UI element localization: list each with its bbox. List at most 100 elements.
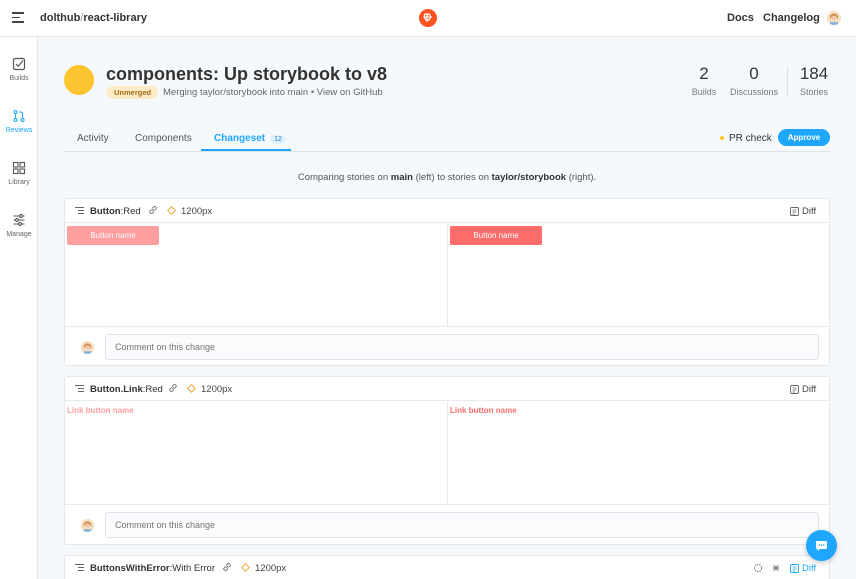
change-card-header: Button:Red 1200px Diff (65, 199, 829, 223)
tab-changeset[interactable]: Changeset 12 (214, 133, 286, 144)
viewport-size: 1200px (201, 384, 233, 395)
base-branch: main (390, 172, 413, 183)
pending-status-dot (720, 136, 724, 141)
chromatic-logo-icon[interactable] (419, 9, 437, 27)
repo-breadcrumb[interactable]: dolthub/react-library (40, 12, 147, 24)
pr-check-status[interactable]: PR check (720, 133, 772, 144)
snapshot-link-new: Link button name (450, 406, 517, 415)
story-icon (75, 207, 84, 215)
avatar (81, 341, 94, 354)
change-card-header: Button.Link:Red 1200px Diff (65, 377, 829, 401)
active-tab-indicator (201, 149, 291, 151)
diff-toggle-button[interactable]: Diff (790, 206, 816, 217)
viewport-icon (241, 563, 250, 572)
comparing-suffix: (right). (566, 172, 597, 183)
change-card-header: ButtonsWithError:With Error 1200px Diff (65, 556, 829, 579)
stat-stories[interactable]: 184 Stories (794, 64, 834, 97)
sidebar: Builds Reviews Library Manage (0, 37, 38, 579)
sidebar-item-label: Manage (6, 231, 32, 238)
stat-divider (787, 66, 788, 96)
snapshot-button-old: Button name (67, 226, 159, 245)
viewport-icon (167, 206, 176, 215)
baseline-snapshot[interactable]: Button name (65, 224, 448, 326)
avatar (81, 519, 94, 532)
stat-discussions-label: Discussions (729, 87, 778, 97)
new-snapshot[interactable]: Link button name (448, 402, 829, 504)
head-branch: taylor/storybook (491, 172, 567, 183)
link-icon[interactable] (148, 205, 158, 215)
changeset-count-badge: 12 (270, 135, 286, 144)
sidebar-item-reviews[interactable]: Reviews (0, 109, 38, 134)
status-badge: Unmerged (107, 86, 159, 99)
baseline-snapshot[interactable]: Link button name (65, 402, 448, 504)
comparing-middle: (left) to stories on (412, 172, 492, 183)
story-icon (75, 564, 84, 572)
approve-button[interactable]: Approve (778, 129, 830, 146)
diff-label: Diff (802, 563, 817, 574)
story-title[interactable]: Button.Link:Red (90, 384, 163, 395)
pull-request-icon (13, 109, 25, 123)
sidebar-item-label: Reviews (5, 127, 33, 134)
chat-bubble-icon (816, 541, 827, 551)
snapshot-button-new: Button name (450, 226, 542, 245)
sidebar-item-label: Library (8, 179, 30, 186)
diff-toggle-button[interactable]: Diff (790, 563, 816, 574)
viewport-icon (187, 384, 196, 393)
docs-link[interactable]: Docs (727, 12, 754, 24)
stat-builds[interactable]: 2 Builds (686, 64, 722, 97)
stat-stories-value: 184 (799, 64, 829, 83)
comment-input[interactable] (105, 512, 819, 538)
comment-input[interactable] (105, 334, 819, 360)
hamburger-menu-icon[interactable] (12, 12, 24, 23)
new-snapshot[interactable]: Button name (448, 224, 829, 326)
strikethrough-icon[interactable] (771, 563, 781, 573)
stat-discussions-value: 0 (749, 64, 759, 83)
stat-builds-value: 2 (699, 64, 709, 83)
story-name: :With Error (169, 563, 215, 574)
diff-icon (790, 207, 799, 216)
sidebar-item-library[interactable]: Library (0, 161, 38, 186)
stat-builds-label: Builds (691, 87, 717, 97)
viewport-size: 1200px (255, 563, 287, 574)
page-title: components: Up storybook to v8 (106, 64, 388, 84)
chat-button[interactable] (806, 530, 837, 561)
story-name: :Red (142, 384, 163, 395)
change-card: Button.Link:Red 1200px Diff Link button … (64, 376, 830, 545)
component-name: Button.Link (90, 384, 143, 395)
diff-icon (790, 564, 799, 573)
grid-icon (12, 161, 26, 175)
diff-icon (790, 385, 799, 394)
changelog-link[interactable]: Changelog (763, 12, 820, 24)
tab-components[interactable]: Components (135, 133, 192, 144)
story-title[interactable]: ButtonsWithError:With Error (90, 563, 215, 574)
component-name: ButtonsWithError (90, 563, 170, 574)
user-avatar[interactable] (827, 11, 841, 25)
tab-activity[interactable]: Activity (77, 133, 109, 144)
merging-info[interactable]: Merging taylor/storybook into main • Vie… (163, 87, 383, 98)
stat-discussions[interactable]: 0 Discussions (727, 64, 781, 97)
link-icon[interactable] (222, 562, 232, 572)
project-name[interactable]: react-library (83, 12, 147, 24)
diff-label: Diff (802, 206, 817, 217)
build-status-icon (64, 65, 94, 95)
org-name[interactable]: dolthub (40, 12, 80, 24)
diff-label: Diff (802, 384, 817, 395)
focus-target-icon[interactable] (753, 563, 763, 573)
comparison-description: Comparing stories on main (left) to stor… (64, 172, 830, 183)
change-card: ButtonsWithError:With Error 1200px Diff (64, 555, 830, 579)
link-icon[interactable] (168, 383, 178, 393)
tab-changeset-label: Changeset (214, 133, 266, 144)
viewport-size: 1200px (181, 206, 213, 217)
review-tabs: Activity Components Changeset 12 PR check… (64, 127, 830, 152)
diff-toggle-button[interactable]: Diff (790, 384, 816, 395)
story-name: :Red (120, 206, 141, 217)
sidebar-item-manage[interactable]: Manage (0, 213, 38, 238)
comment-row (65, 326, 829, 366)
sliders-icon (13, 214, 25, 226)
snapshot-link-old: Link button name (67, 406, 134, 415)
pr-check-label: PR check (729, 133, 772, 144)
sidebar-item-builds[interactable]: Builds (0, 57, 38, 82)
story-title[interactable]: Button:Red (90, 206, 141, 217)
change-card: Button:Red 1200px Diff Button name Butto… (64, 198, 830, 366)
sidebar-item-label: Builds (9, 75, 29, 82)
